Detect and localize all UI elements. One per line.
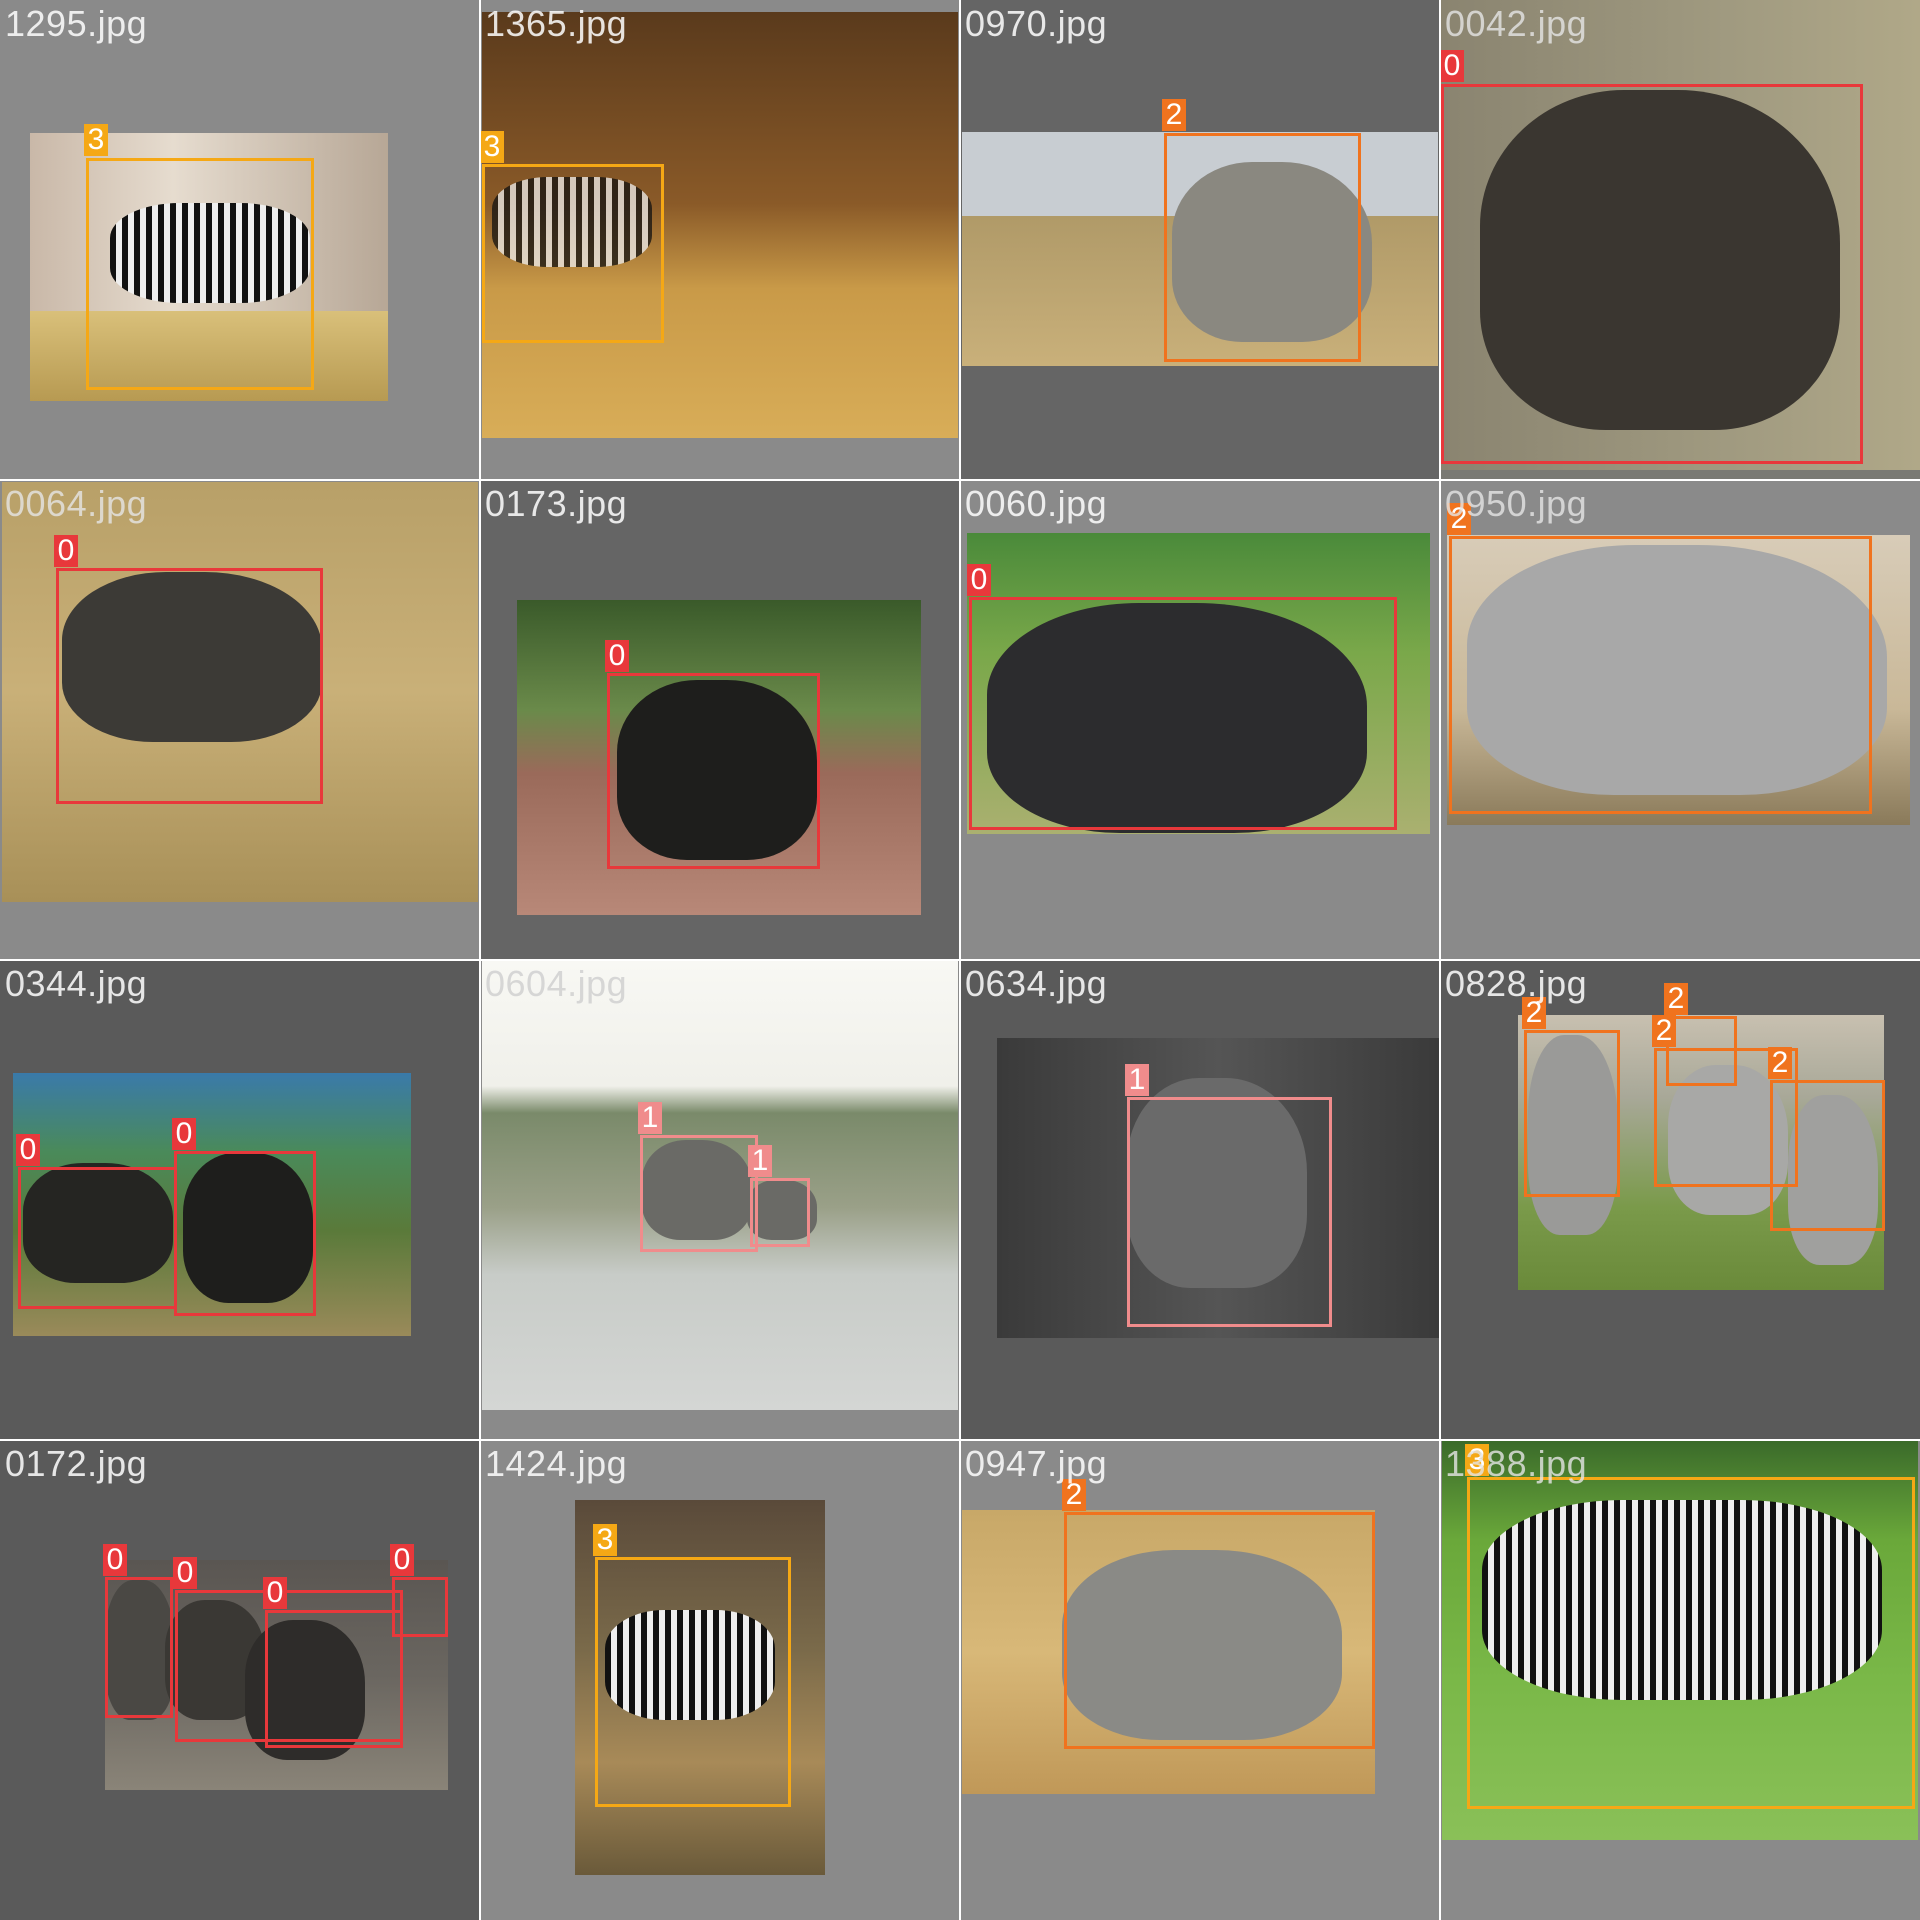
bbox-label: 1 bbox=[638, 1102, 662, 1134]
bbox-label: 0 bbox=[54, 535, 78, 567]
bbox-label: 0 bbox=[605, 640, 629, 672]
bbox-class-2 bbox=[1770, 1080, 1885, 1231]
grid-divider bbox=[0, 479, 1920, 481]
bbox-label: 3 bbox=[593, 1524, 617, 1556]
bbox-class-0 bbox=[105, 1577, 173, 1718]
tile-0173: 0 0173.jpg bbox=[480, 480, 960, 960]
image-filename: 0173.jpg bbox=[485, 483, 628, 524]
bbox-class-3 bbox=[595, 1557, 791, 1807]
bbox-label: 3 bbox=[84, 124, 108, 156]
grid-divider bbox=[0, 959, 1920, 961]
tile-0828: 2 2 2 2 0828.jpg bbox=[1440, 960, 1920, 1440]
tile-0604: 1 1 0604.jpg bbox=[480, 960, 960, 1440]
tile-0344: 0 0 0344.jpg bbox=[0, 960, 480, 1440]
bbox-label: 0 bbox=[967, 564, 991, 596]
bbox-class-1 bbox=[1127, 1097, 1332, 1327]
tile-0970: 2 0970.jpg bbox=[960, 0, 1440, 480]
bbox-class-3 bbox=[86, 158, 314, 390]
bbox-class-2 bbox=[1524, 1030, 1620, 1197]
tile-0064: 0 0064.jpg bbox=[0, 480, 480, 960]
image-filename: 0064.jpg bbox=[5, 483, 148, 524]
image-filename: 0950.jpg bbox=[1445, 483, 1588, 524]
bbox-label: 2 bbox=[1664, 983, 1688, 1015]
bbox-label: 0 bbox=[16, 1134, 40, 1166]
bbox-label: 2 bbox=[1652, 1015, 1676, 1047]
tile-0172: 0 0 0 0 0172.jpg bbox=[0, 1440, 480, 1920]
bbox-class-0 bbox=[1441, 84, 1863, 464]
bbox-class-2 bbox=[1064, 1512, 1375, 1749]
tile-1388: 3 1388.jpg bbox=[1440, 1440, 1920, 1920]
image-filename: 0172.jpg bbox=[5, 1443, 148, 1484]
bbox-class-1 bbox=[750, 1178, 810, 1247]
image-filename: 0634.jpg bbox=[965, 963, 1108, 1004]
tile-0950: 2 0950.jpg bbox=[1440, 480, 1920, 960]
image-filename: 1295.jpg bbox=[5, 3, 148, 44]
tile-0634: 1 0634.jpg bbox=[960, 960, 1440, 1440]
tile-0947: 2 0947.jpg bbox=[960, 1440, 1440, 1920]
bbox-class-0 bbox=[607, 673, 820, 869]
bbox-label: 0 bbox=[103, 1544, 127, 1576]
bbox-label: 0 bbox=[390, 1544, 414, 1576]
tile-0060: 0 0060.jpg bbox=[960, 480, 1440, 960]
bbox-class-2 bbox=[1164, 133, 1361, 362]
bbox-class-0 bbox=[392, 1577, 448, 1637]
image-filename: 0060.jpg bbox=[965, 483, 1108, 524]
bbox-label: 2 bbox=[1162, 99, 1186, 131]
bbox-label: 0 bbox=[173, 1557, 197, 1589]
bbox-class-0 bbox=[56, 568, 323, 804]
bbox-class-3 bbox=[482, 164, 664, 343]
detection-mosaic: 3 1295.jpg 3 1365.jpg 2 0970.jpg 0 0042.… bbox=[0, 0, 1920, 1920]
bbox-class-0 bbox=[18, 1167, 177, 1309]
bbox-label: 1 bbox=[1125, 1064, 1149, 1096]
bbox-class-0 bbox=[265, 1610, 403, 1748]
image-filename: 0344.jpg bbox=[5, 963, 148, 1004]
bbox-class-3 bbox=[1467, 1477, 1915, 1809]
bbox-label: 0 bbox=[263, 1577, 287, 1609]
grid-divider bbox=[0, 1439, 1920, 1441]
bbox-label: 1 bbox=[748, 1145, 772, 1177]
tile-1295: 3 1295.jpg bbox=[0, 0, 480, 480]
tile-0042: 0 0042.jpg bbox=[1440, 0, 1920, 480]
bbox-label: 0 bbox=[172, 1118, 196, 1150]
image-filename: 1424.jpg bbox=[485, 1443, 628, 1484]
image-filename: 0828.jpg bbox=[1445, 963, 1588, 1004]
bbox-class-1 bbox=[640, 1135, 758, 1252]
image-filename: 0042.jpg bbox=[1445, 3, 1588, 44]
image-filename: 1365.jpg bbox=[485, 3, 628, 44]
tile-1365: 3 1365.jpg bbox=[480, 0, 960, 480]
image-filename: 0970.jpg bbox=[965, 3, 1108, 44]
image-filename: 0947.jpg bbox=[965, 1443, 1108, 1484]
bbox-label: 2 bbox=[1768, 1047, 1792, 1079]
bbox-class-0 bbox=[969, 597, 1397, 830]
image-filename: 1388.jpg bbox=[1445, 1443, 1588, 1484]
bbox-label: 3 bbox=[480, 131, 504, 163]
tile-1424: 3 1424.jpg bbox=[480, 1440, 960, 1920]
bbox-class-2 bbox=[1449, 536, 1872, 814]
bbox-class-0 bbox=[174, 1151, 316, 1316]
image-filename: 0604.jpg bbox=[485, 963, 628, 1004]
bbox-label: 0 bbox=[1440, 50, 1464, 82]
